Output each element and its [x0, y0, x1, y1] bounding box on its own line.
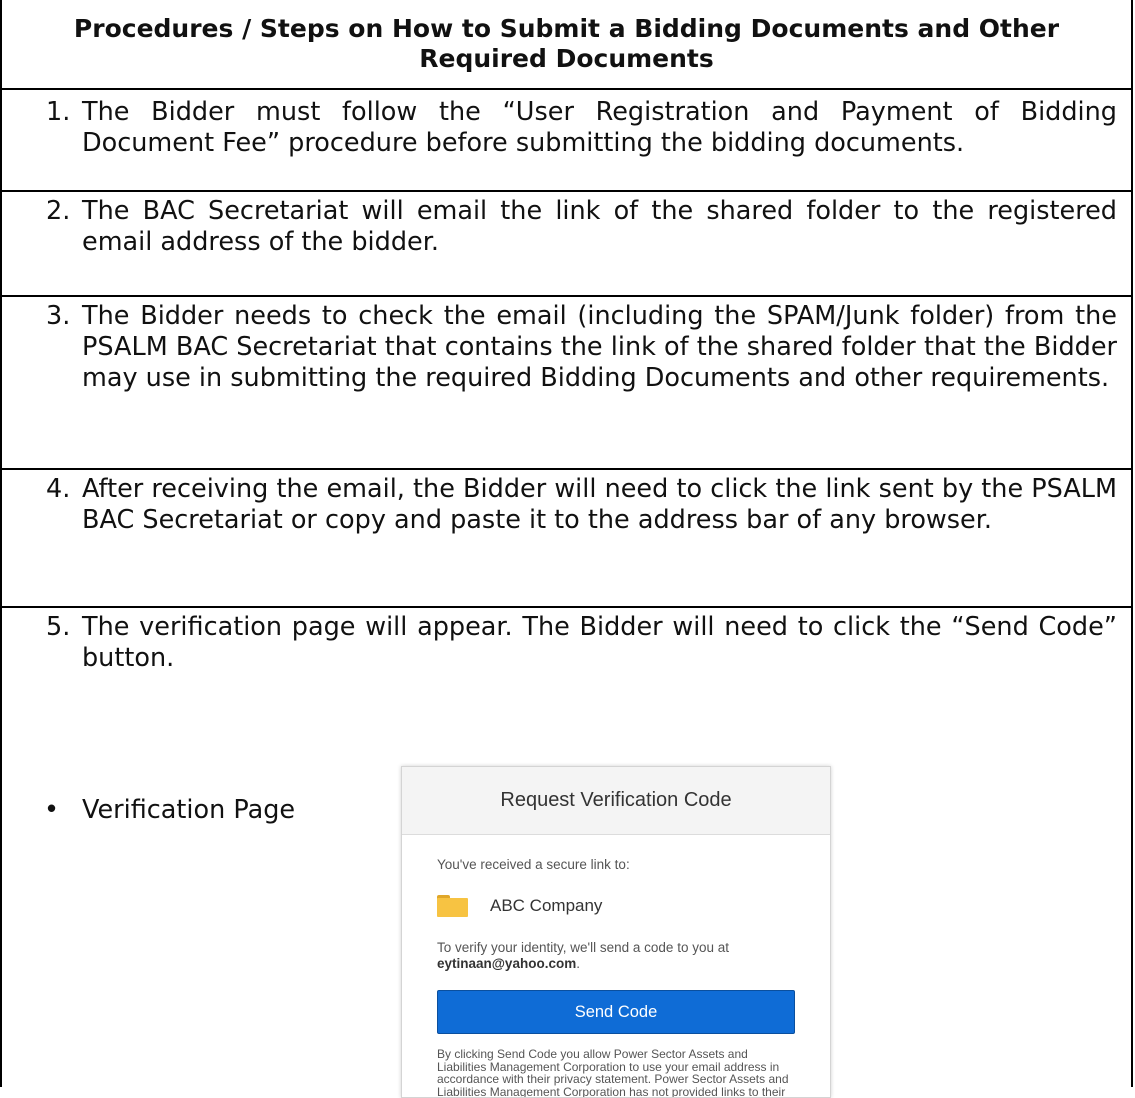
step-number: 3. — [46, 301, 71, 331]
bullet-item: • Verification Page — [44, 795, 295, 826]
step-text: After receiving the email, the Bidder wi… — [82, 474, 1117, 535]
step-5: 5. The verification page will appear. Th… — [2, 612, 1131, 674]
step-number: 1. — [46, 97, 71, 127]
bullet-text: Verification Page — [82, 795, 296, 825]
step-1: 1. The Bidder must follow the “User Regi… — [2, 97, 1131, 159]
verification-screenshot: Request Verification Code You've receive… — [401, 766, 831, 1098]
step-2: 2. The BAC Secretariat will email the li… — [2, 196, 1131, 258]
verification-heading: Request Verification Code — [402, 767, 830, 835]
verify-text: To verify your identity, we'll send a co… — [437, 940, 729, 971]
send-code-button[interactable]: Send Code — [437, 990, 795, 1034]
step-number: 4. — [46, 474, 71, 504]
step-number: 2. — [46, 196, 71, 226]
disclaimer-text: By clicking Send Code you allow Power Se… — [437, 1047, 789, 1098]
step-text: The Bidder must follow the “User Registr… — [82, 97, 1117, 158]
step-row-4: 4. After receiving the email, the Bidder… — [2, 468, 1131, 606]
folder-icon — [437, 895, 468, 917]
step-row-2: 2. The BAC Secretariat will email the li… — [2, 190, 1131, 295]
step-number: 5. — [46, 612, 71, 642]
document-title: Procedures / Steps on How to Submit a Bi… — [73, 14, 1060, 73]
step-row-1: 1. The Bidder must follow the “User Regi… — [2, 88, 1131, 190]
step-4: 4. After receiving the email, the Bidder… — [2, 474, 1131, 536]
verification-body: You've received a secure link to: ABC Co… — [402, 857, 830, 1098]
step-3: 3. The Bidder needs to check the email (… — [2, 301, 1131, 394]
bullet-icon: • — [44, 795, 60, 825]
step-text: The Bidder needs to check the email (inc… — [82, 301, 1117, 393]
step-row-3: 3. The Bidder needs to check the email (… — [2, 295, 1131, 468]
email-address: eytinaan@yahoo.com — [437, 956, 577, 971]
folder-name: ABC Company — [490, 896, 603, 915]
title-row: Procedures / Steps on How to Submit a Bi… — [2, 0, 1131, 73]
received-text: You've received a secure link to: — [437, 857, 630, 872]
shared-folder: ABC Company — [437, 895, 795, 917]
step-text: The verification page will appear. The B… — [82, 612, 1117, 673]
step-text: The BAC Secretariat will email the link … — [82, 196, 1117, 257]
